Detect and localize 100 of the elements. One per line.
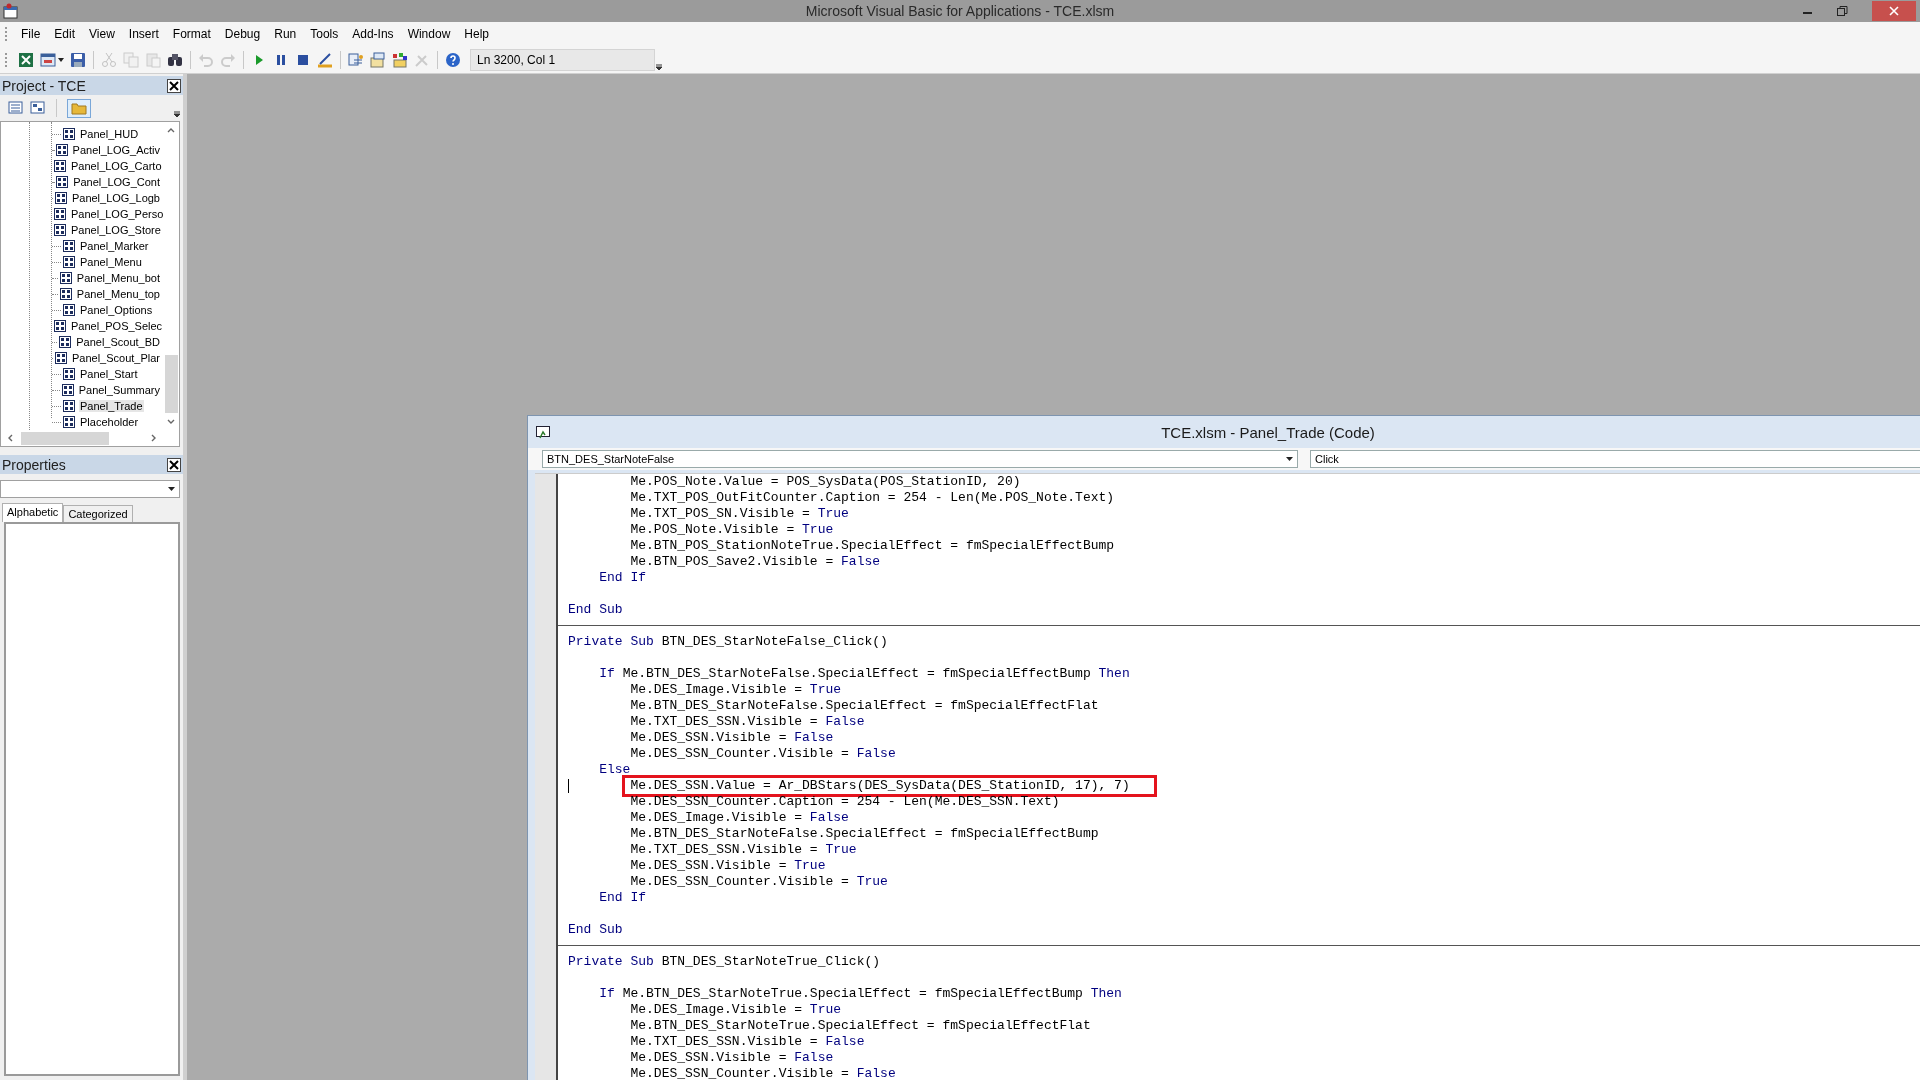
tree-item[interactable]: Panel_LOG_Cont: [72, 176, 161, 188]
procedure-dropdown[interactable]: Click: [1310, 450, 1920, 468]
code-line: If Me.BTN_DES_StarNoteTrue.SpecialEffect = fmSpecialEffectBump Then: [599, 986, 1122, 1002]
chevron-down-icon[interactable]: [167, 419, 175, 425]
code-line: Me.BTN_POS_StationNoteTrue.SpecialEffect = fmSpecialEffectBump: [630, 538, 1115, 554]
menu-item[interactable]: Debug: [218, 27, 269, 41]
code-line: Me.DES_SSN.Visible = False: [630, 730, 834, 746]
close-icon[interactable]: [167, 457, 181, 472]
form-icon[interactable]: [40, 51, 56, 68]
code-line: Me.BTN_DES_StarNoteFalse.SpecialEffect = fmSpecialEffectFlat: [630, 698, 1099, 714]
code-line: End Sub: [568, 602, 623, 618]
menu-item[interactable]: Window: [401, 27, 459, 41]
code-line: Private Sub BTN_DES_StarNoteTrue_Click(): [568, 954, 881, 970]
code-line: Me.BTN_DES_StarNoteTrue.SpecialEffect = fmSpecialEffectFlat: [630, 1018, 1091, 1034]
chevron-right-icon[interactable]: [151, 434, 157, 442]
properties-icon[interactable]: [370, 51, 386, 68]
spreadsheet-icon[interactable]: [18, 51, 34, 68]
scrollbar-thumb[interactable]: [21, 431, 109, 445]
menu-item[interactable]: Run: [268, 27, 305, 41]
tree-item[interactable]: Panel_Options: [79, 304, 154, 316]
binoculars-icon[interactable]: [167, 51, 183, 68]
scrollbar-thumb[interactable]: [164, 355, 178, 413]
tree-item[interactable]: Panel_Scout_BD: [75, 336, 161, 348]
code-line: Me.TXT_DES_SSN.Visible = False: [630, 1034, 865, 1050]
pane-title: Properties: [2, 456, 66, 473]
code-line: Me.DES_Image.Visible = False: [630, 810, 849, 826]
close-button[interactable]: [1872, 1, 1916, 21]
code-line: Me.DES_Image.Visible = True: [630, 682, 842, 698]
menu-item[interactable]: Tools: [304, 27, 347, 41]
form-icon: [54, 208, 66, 220]
tree-item[interactable]: Placeholder: [79, 416, 140, 428]
chevron-up-icon[interactable]: [167, 127, 175, 133]
tree-item[interactable]: Panel_LOG_Logb: [70, 192, 161, 204]
tree-item[interactable]: Panel_Menu_bot: [75, 272, 161, 284]
code-line: Else: [599, 762, 631, 778]
tree-item[interactable]: Panel_Scout_Plar: [70, 352, 161, 364]
menu-item[interactable]: Format: [166, 27, 219, 41]
tree-item[interactable]: Panel_Marker: [79, 240, 150, 252]
form-icon: [59, 288, 72, 300]
code-window-title: TCE.xlsm - Panel_Trade (Code): [1161, 423, 1375, 441]
form-icon: [54, 224, 66, 236]
form-icon: [63, 304, 75, 316]
app-icon: [3, 3, 19, 19]
tree-item[interactable]: Panel_Summary: [77, 384, 161, 396]
object-dropdown[interactable]: BTN_DES_StarNoteFalse: [542, 450, 1298, 468]
form-icon: [63, 416, 75, 428]
caret-icon[interactable]: [58, 57, 64, 62]
save-icon[interactable]: [70, 51, 86, 68]
code-line: Me.POS_Note.Visible = True: [630, 522, 834, 538]
form-icon: [54, 160, 66, 172]
properties-tab[interactable]: Categorized: [63, 505, 133, 522]
help-icon[interactable]: [445, 51, 461, 68]
form-icon: [59, 336, 72, 348]
code-line: If Me.BTN_DES_StarNoteFalse.SpecialEffect = fmSpecialEffectBump Then: [599, 666, 1130, 682]
tree-item[interactable]: Panel_LOG_Activ: [71, 144, 161, 156]
tree-item[interactable]: Panel_Menu_top: [75, 288, 161, 300]
tree-item[interactable]: Panel_LOG_Store: [70, 224, 162, 236]
form-icon: [61, 384, 74, 396]
tree-item[interactable]: Panel_Start: [79, 368, 139, 380]
code-line: End Sub: [568, 922, 623, 938]
ruler-pencil-icon[interactable]: [317, 51, 333, 68]
tree-item[interactable]: Panel_Menu: [79, 256, 143, 268]
menu-item[interactable]: Edit: [48, 27, 84, 41]
toolbar-overflow-icon[interactable]: [655, 63, 663, 71]
tree-item[interactable]: Panel_LOG_Carto: [70, 160, 163, 172]
form-icon: [63, 368, 75, 380]
menu-item[interactable]: Help: [458, 27, 497, 41]
tree-item[interactable]: Panel_POS_Selec: [70, 320, 164, 332]
toggle-folders-button[interactable]: [67, 98, 91, 118]
tree-item[interactable]: Panel_LOG_Perso: [70, 208, 165, 220]
code-line: Me.TXT_DES_SSN.Visible = False: [630, 714, 865, 730]
code-line: Me.DES_SSN.Visible = False: [630, 1050, 834, 1066]
form-icon: [54, 320, 66, 332]
restore-icon[interactable]: [1837, 6, 1848, 16]
pane-title: Project - TCE: [2, 77, 86, 94]
project-explorer-icon[interactable]: [348, 51, 364, 68]
object-dropdown[interactable]: [0, 480, 180, 498]
menu-item[interactable]: View: [83, 27, 123, 41]
code-line: End If: [599, 570, 647, 586]
properties-tab[interactable]: Alphabetic: [2, 503, 64, 522]
tree-item[interactable]: Panel_HUD: [79, 128, 140, 140]
close-icon: [1889, 6, 1899, 16]
chevron-left-icon[interactable]: [7, 434, 13, 442]
folder-icon: [71, 101, 87, 115]
close-icon[interactable]: [167, 78, 181, 93]
code-line: End If: [599, 890, 647, 906]
form-icon: [54, 352, 67, 364]
view-form-icon[interactable]: [30, 101, 46, 115]
code-line: Me.TXT_POS_OutFitCounter.Caption = 254 - Len(Me.POS_Note.Text): [630, 490, 1115, 506]
menu-item[interactable]: Add-Ins: [346, 27, 402, 41]
code-line: Me.DES_SSN_Counter.Visible = False: [630, 1066, 896, 1080]
window-title: Microsoft Visual Basic for Applications - TCE.xlsm: [805, 3, 1115, 19]
form-icon: [54, 192, 67, 204]
code-line: Me.DES_SSN_Counter.Visible = False: [630, 746, 896, 762]
code-line: Me.TXT_POS_SN.Visible = True: [630, 506, 849, 522]
menu-item[interactable]: File: [15, 27, 49, 41]
tree-item[interactable]: Panel_Trade: [79, 400, 144, 412]
cursor-position: Ln 3200, Col 1: [470, 48, 655, 71]
menu-item[interactable]: Insert: [122, 27, 167, 41]
object-browser-icon[interactable]: [392, 51, 408, 68]
